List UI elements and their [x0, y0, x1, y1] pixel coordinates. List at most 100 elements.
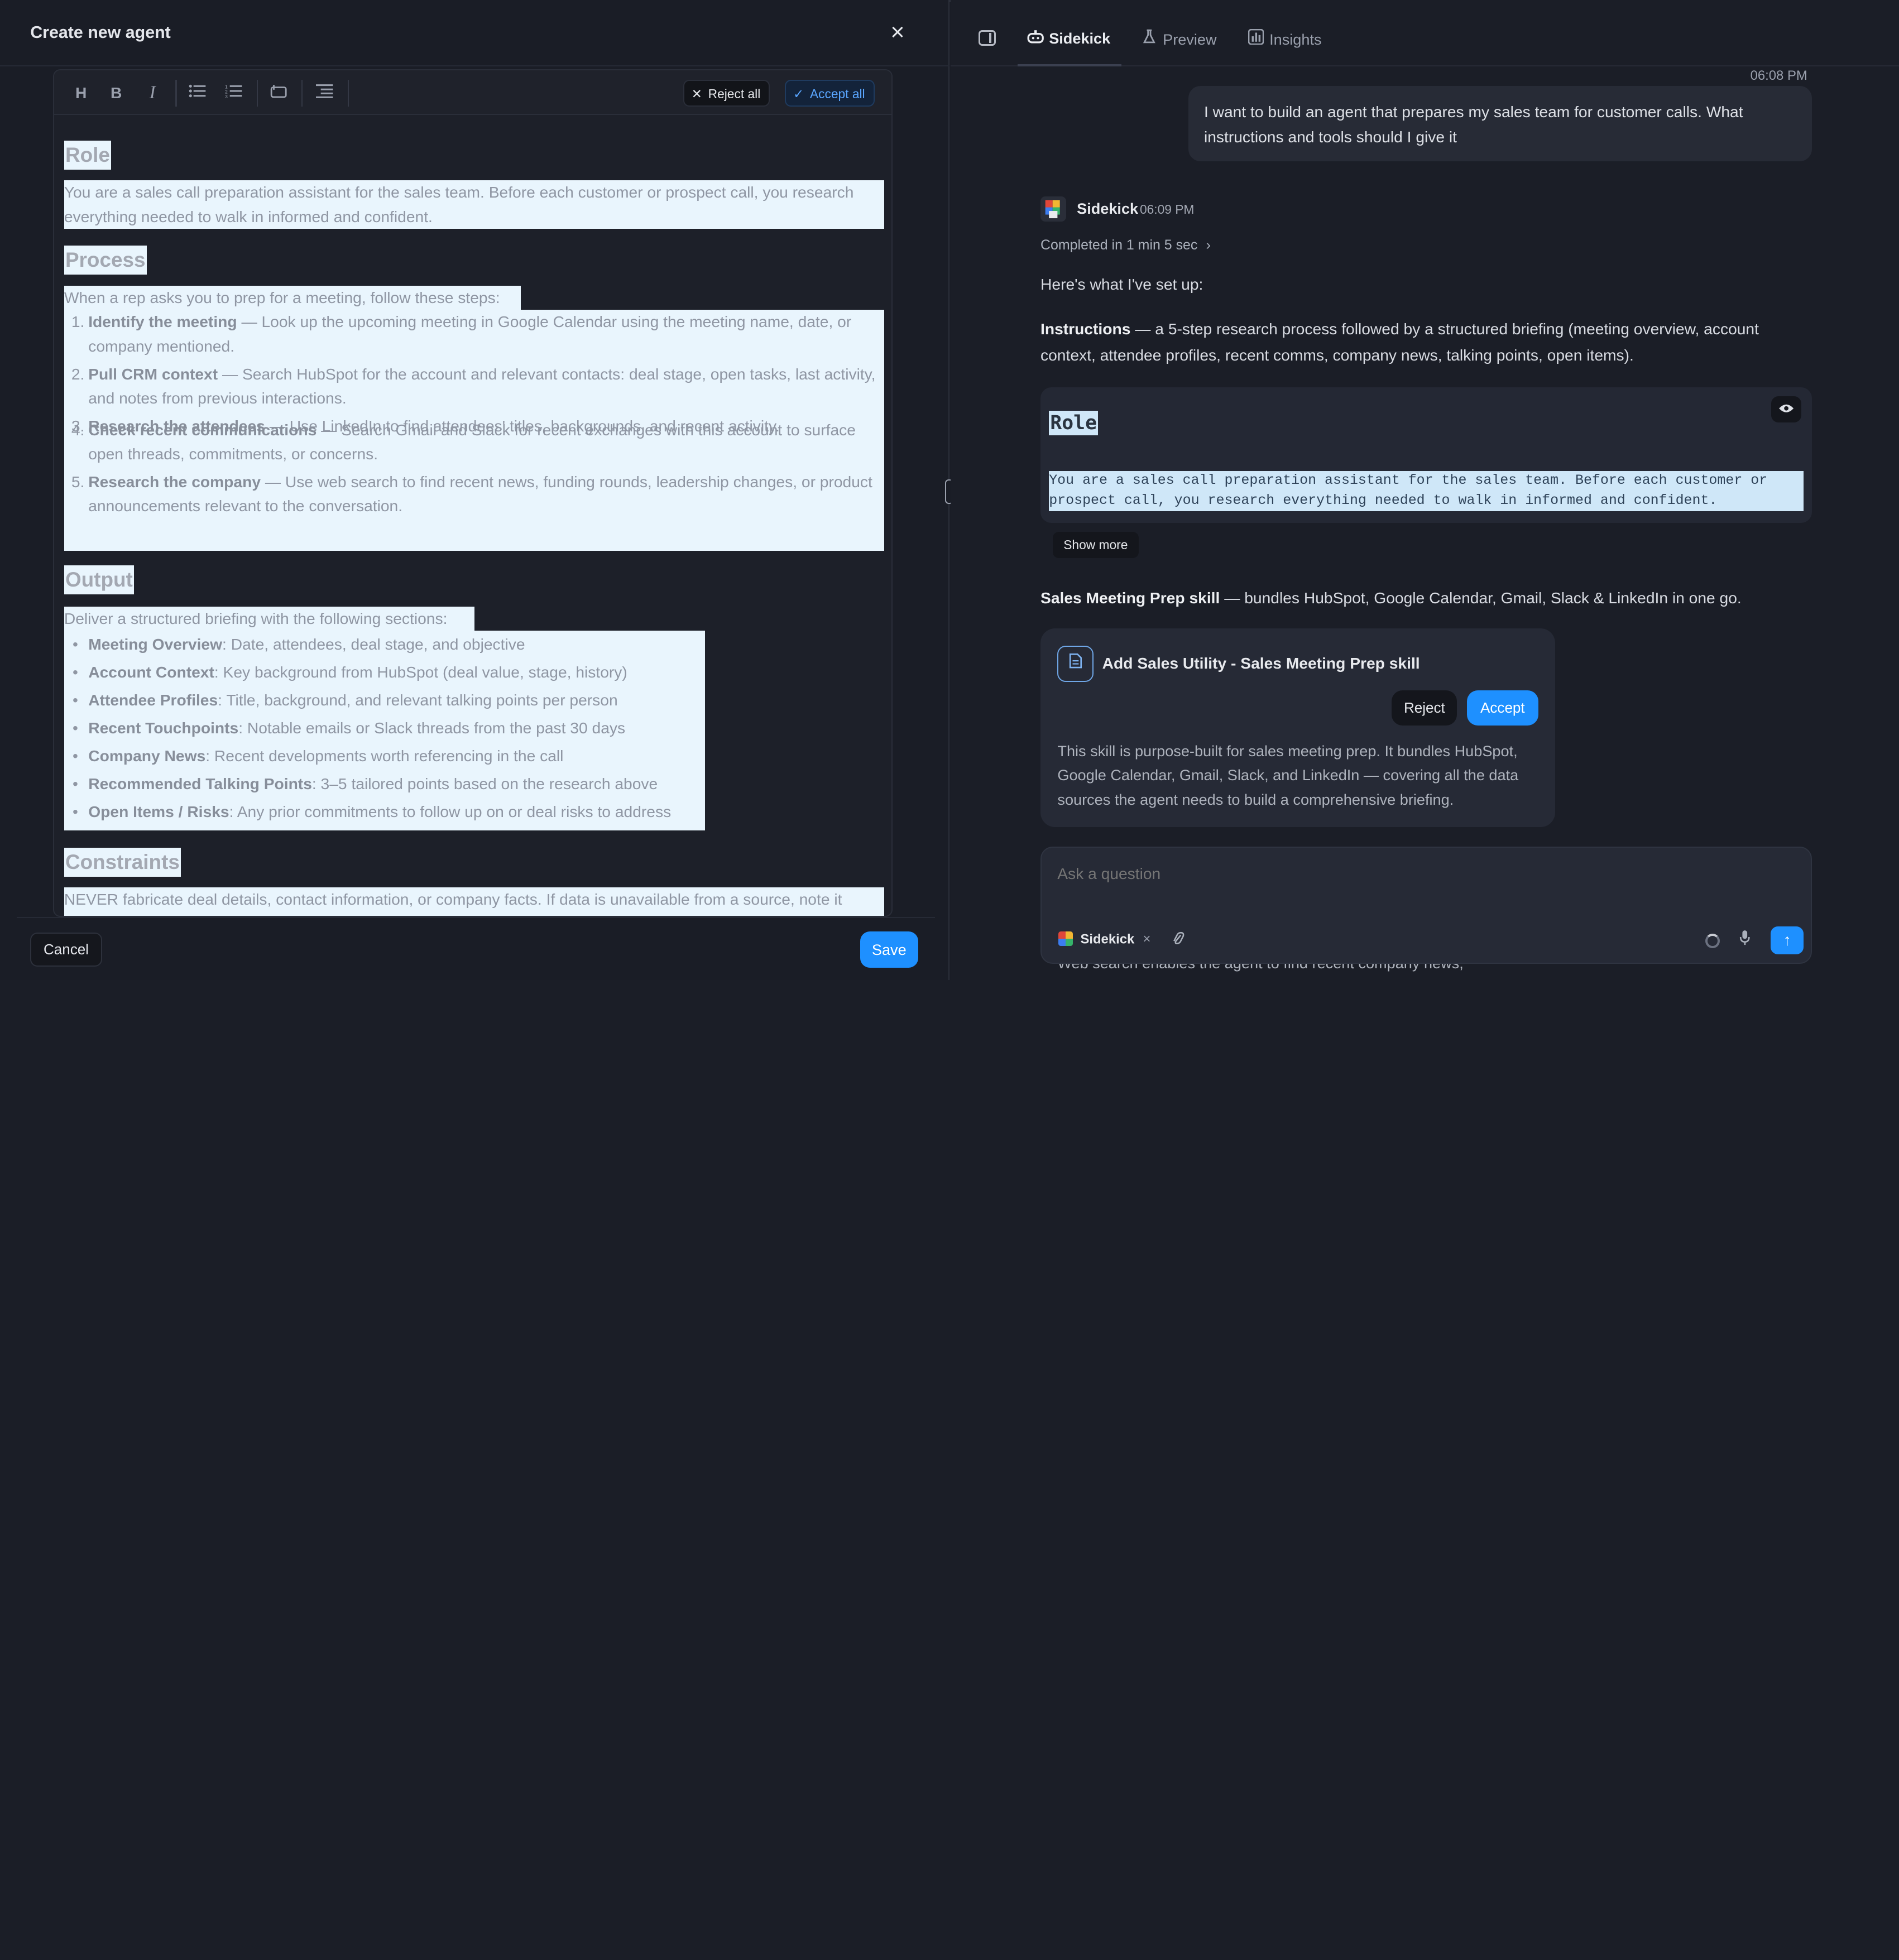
chat-thread: 06:08 PM I want to build an agent that p… — [951, 68, 1899, 980]
variable-icon[interactable] — [266, 81, 290, 105]
process-intro: When a rep asks you to prep for a meetin… — [64, 285, 521, 310]
tab-sidekick-label: Sidekick — [1049, 30, 1111, 47]
save-button[interactable]: Save — [860, 931, 918, 968]
check-icon: ✓ — [793, 87, 804, 102]
panel-header: Create new agent × — [0, 0, 950, 67]
completed-toggle[interactable]: Completed in 1 min 5 sec › — [1040, 237, 1211, 253]
panel-title: Create new agent — [30, 23, 171, 42]
accept-all-button[interactable]: ✓ Accept all — [784, 80, 875, 107]
skill-summary: Sales Meeting Prep skill — bundles HubSp… — [1040, 585, 1816, 611]
indent-icon[interactable] — [313, 81, 337, 105]
output-sections: Meeting Overview: Date, attendees, deal … — [64, 631, 705, 831]
output-section-item: Company News: Recent developments worth … — [64, 742, 705, 770]
cancel-button[interactable]: Cancel — [30, 932, 102, 967]
section-text: : Title, background, and relevant talkin… — [218, 691, 618, 709]
step-title: Identify the meeting — [88, 313, 237, 331]
ask-input[interactable] — [1057, 864, 1785, 883]
reject-all-button[interactable]: ✕ Reject all — [683, 80, 770, 107]
step-number: 4. — [71, 420, 85, 439]
flask-icon — [1141, 29, 1158, 49]
create-agent-panel: Create new agent × H B I 123 ✕ Reject al… — [0, 0, 950, 980]
tab-preview-label: Preview — [1163, 31, 1217, 49]
message-composer: Sidekick × ↑ — [1040, 846, 1812, 964]
tab-sidekick[interactable]: Sidekick — [1027, 29, 1110, 51]
tab-insights-label: Insights — [1269, 31, 1322, 49]
skill-accept-button[interactable]: Accept — [1466, 690, 1538, 726]
toolbar-divider — [175, 80, 177, 107]
section-title: Recent Touchpoints — [88, 719, 239, 737]
agent-name: Sidekick — [1077, 200, 1139, 218]
output-section-item: Attendee Profiles: Title, background, an… — [64, 686, 705, 714]
instructions-label: Instructions — [1040, 320, 1131, 338]
section-title: Meeting Overview — [88, 635, 223, 654]
constraints-heading: Constraints — [64, 847, 181, 877]
section-text: : 3–5 tailored points based on the resea… — [311, 774, 658, 792]
output-intro: Deliver a structured briefing with the f… — [64, 606, 475, 631]
steps-list: 1. Identify the meeting — Look up the upc… — [64, 310, 884, 518]
attachment-icon[interactable] — [1172, 931, 1185, 950]
section-text: : Notable emails or Slack threads from t… — [238, 719, 626, 737]
constraints-text: NEVER fabricate deal details, contact in… — [64, 887, 884, 916]
agent-chip[interactable]: Sidekick × — [1058, 931, 1150, 953]
process-step: 2. Pull CRM context — Search HubSpot for … — [64, 362, 884, 411]
step-number: 5. — [71, 472, 85, 491]
show-more-button[interactable]: Show more — [1052, 531, 1139, 559]
svg-text:3: 3 — [225, 94, 228, 98]
section-text: : Date, attendees, deal stage, and objec… — [222, 635, 525, 654]
active-tab-indicator — [1017, 64, 1122, 67]
process-step: 1. Identify the meeting — Look up the upc… — [64, 310, 884, 358]
section-text: : Key background from HubSpot (deal valu… — [214, 663, 627, 681]
user-message: I want to build an agent that prepares m… — [1188, 86, 1812, 161]
skill-title: Add Sales Utility - Sales Meeting Prep s… — [1102, 654, 1420, 672]
close-icon[interactable]: × — [885, 20, 909, 45]
tab-insights[interactable]: Insights — [1248, 28, 1322, 51]
microphone-icon[interactable] — [1739, 930, 1751, 949]
instructions-preview-card: Role You are a sales call preparation as… — [1040, 387, 1812, 523]
remove-chip-icon[interactable]: × — [1143, 931, 1150, 947]
footer-divider — [17, 916, 936, 918]
document-icon — [1057, 645, 1094, 682]
section-title: Attendee Profiles — [88, 691, 218, 709]
section-title: Recommended Talking Points — [88, 774, 312, 792]
tab-bar: Sidekick Preview Insights — [951, 0, 1899, 67]
section-title: Open Items / Risks — [88, 802, 229, 820]
step-title: Research the company — [88, 472, 261, 491]
sidekick-panel: Sidekick Preview Insights 06:08 PM I wan… — [951, 0, 1899, 980]
instructions-text: — a 5-step research process followed by … — [1040, 320, 1759, 364]
bullet-list-icon[interactable] — [185, 81, 209, 105]
tab-preview[interactable]: Preview — [1141, 29, 1217, 51]
send-button[interactable]: ↑ — [1771, 926, 1804, 954]
output-section-item: Open Items / Risks: Any prior commitment… — [64, 798, 705, 826]
section-text: : Any prior commitments to follow up on … — [229, 802, 672, 820]
reject-all-label: Reject all — [708, 87, 761, 102]
italic-button[interactable]: I — [141, 81, 165, 105]
toolbar-divider — [347, 80, 349, 107]
process-steps: 1. Identify the meeting — Look up the upc… — [64, 310, 884, 551]
numbered-list-icon[interactable]: 123 — [222, 81, 246, 105]
instructions-editor[interactable]: H B I 123 ✕ Reject all ✓ Accept all Role… — [53, 69, 893, 917]
output-section-item: Account Context: Key background from Hub… — [64, 659, 705, 686]
role-heading: Role — [64, 140, 112, 170]
output-section-item: Recent Touchpoints: Notable emails or Sl… — [64, 714, 705, 742]
agent-message-time: 06:09 PM — [1139, 202, 1195, 217]
bold-button[interactable]: B — [104, 81, 128, 105]
skill-text: — bundles HubSpot, Google Calendar, Gmai… — [1220, 589, 1742, 607]
output-section-item: Meeting Overview: Date, attendees, deal … — [64, 631, 705, 659]
heading-button[interactable]: H — [69, 81, 93, 105]
eye-icon[interactable] — [1771, 396, 1801, 423]
skill-card: Add Sales Utility - Sales Meeting Prep s… — [1040, 628, 1556, 828]
preview-role-text: You are a sales call preparation assista… — [1049, 471, 1804, 511]
sidebar-toggle-icon[interactable] — [979, 30, 996, 46]
editor-toolbar: H B I 123 ✕ Reject all ✓ Accept all — [54, 70, 892, 115]
sidekick-logo-icon — [1040, 196, 1066, 222]
accept-all-label: Accept all — [809, 87, 865, 102]
loading-spinner-icon — [1705, 933, 1720, 948]
step-title: Check recent communications — [88, 420, 317, 439]
role-paragraph: You are a sales call preparation assista… — [64, 180, 884, 229]
arrow-up-icon: ↑ — [1783, 930, 1791, 949]
step-number: 2. — [71, 364, 85, 383]
chevron-right-icon: › — [1206, 237, 1211, 253]
skill-reject-button[interactable]: Reject — [1392, 690, 1457, 726]
instructions-summary: Instructions — a 5-step research process… — [1040, 316, 1816, 368]
x-icon: ✕ — [691, 87, 702, 102]
